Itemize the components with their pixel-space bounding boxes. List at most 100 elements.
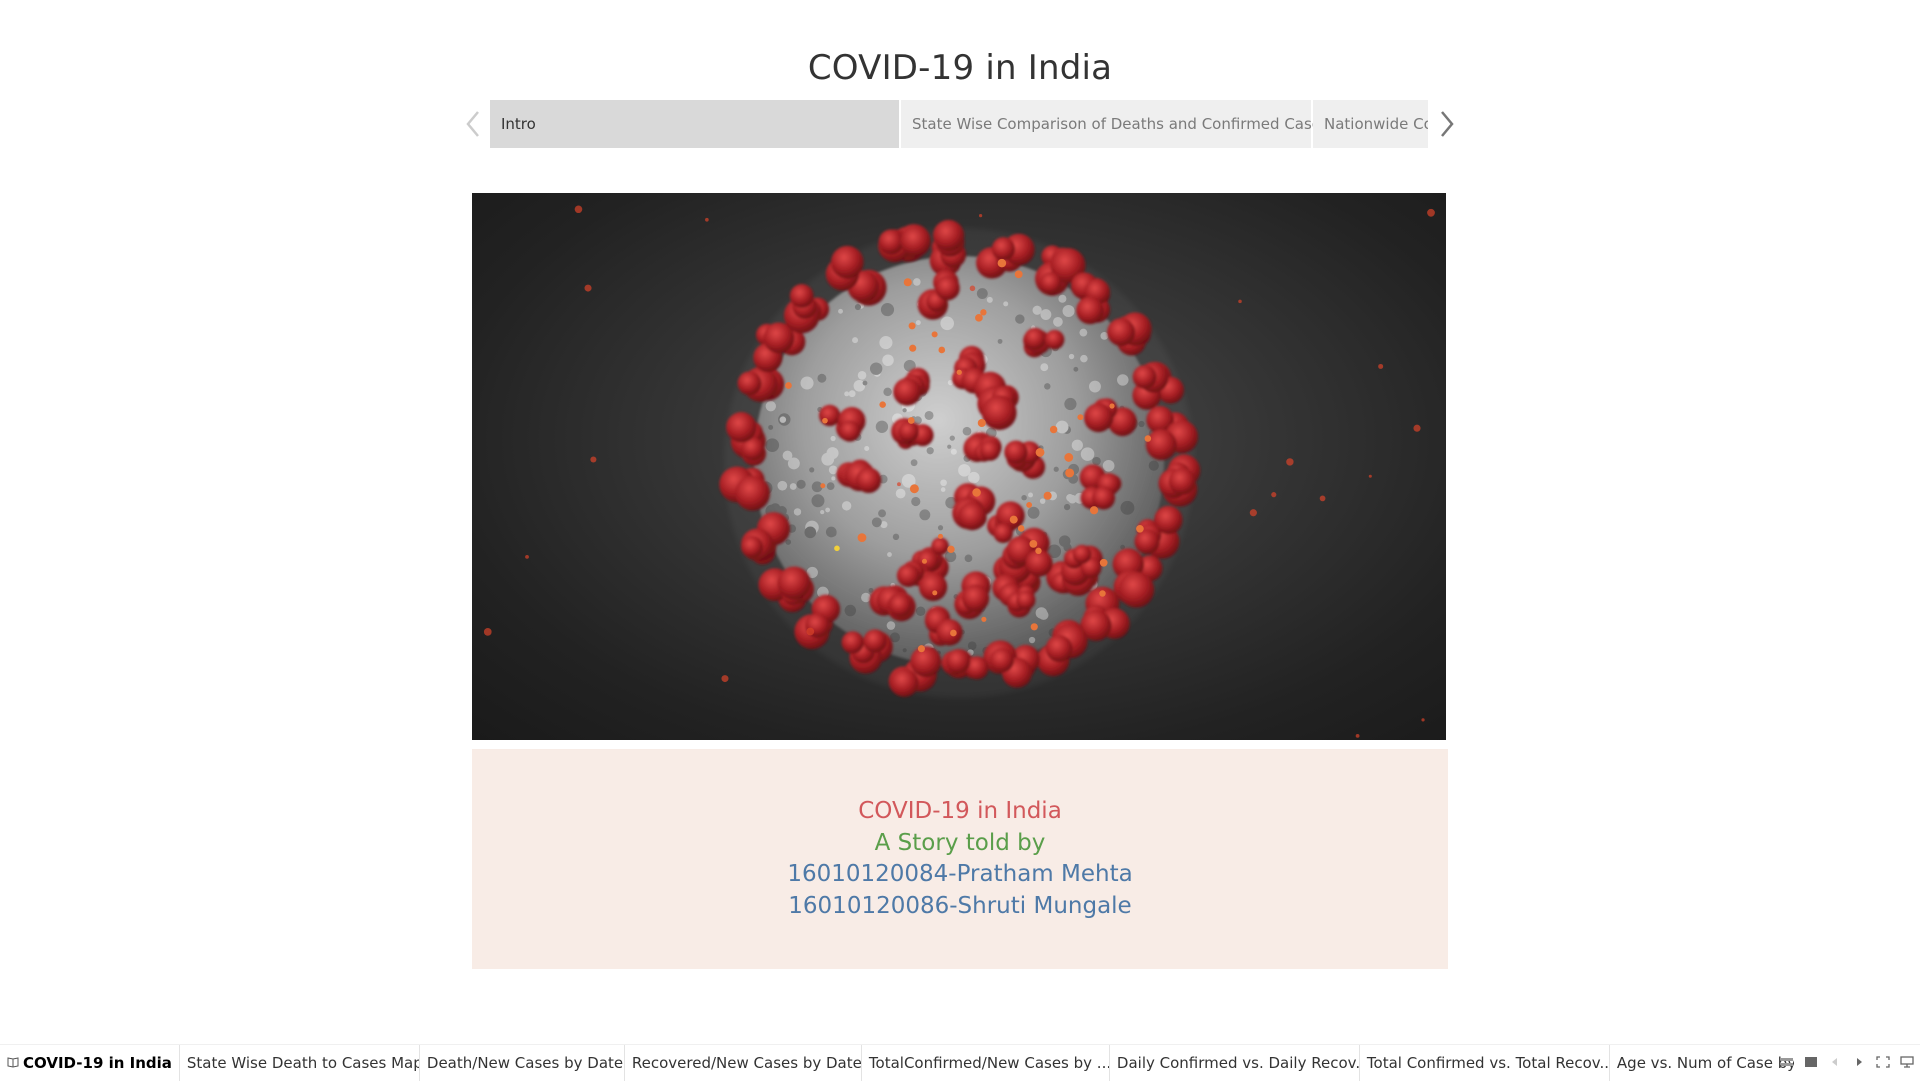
surface-texture (910, 459, 918, 467)
tab-state-wise-death-map[interactable]: State Wise Death to Cases Map (180, 1045, 420, 1081)
tab-label: COVID-19 in India (23, 1054, 172, 1072)
surface-texture (949, 435, 955, 441)
surface-texture (950, 448, 957, 455)
floating-particle (1249, 509, 1257, 517)
surface-texture (828, 465, 838, 475)
tab-total-confirmed-vs-recovered[interactable]: Total Confirmed vs. Total Recov... (1360, 1045, 1610, 1081)
tab-label: TotalConfirmed/New Cases by ... (868, 1054, 1110, 1072)
surface-texture (871, 517, 882, 528)
tab-death-new-cases[interactable]: Death/New Cases by Date (420, 1045, 625, 1081)
protein-dot (972, 488, 981, 497)
surface-texture (926, 447, 934, 455)
spike-protein (719, 466, 771, 511)
protein-dot (980, 309, 987, 316)
surface-texture (1120, 500, 1135, 515)
surface-texture (1040, 309, 1052, 320)
protein-dot (1099, 590, 1106, 597)
story-book-icon (7, 1054, 19, 1072)
protein-dot (1030, 623, 1038, 631)
surface-texture (1080, 447, 1095, 461)
protein-dot (1144, 435, 1152, 442)
surface-texture (958, 464, 971, 477)
protein-dot (1017, 525, 1025, 532)
story-next-arrow[interactable] (1432, 104, 1460, 144)
tab-label: Death/New Cases by Date (426, 1054, 624, 1072)
tab-age-vs-cases[interactable]: Age vs. Num of Case by Ge (1610, 1045, 1794, 1081)
story-point-state-wise-comparison[interactable]: State Wise Comparison of Deaths and Conf… (901, 100, 1329, 148)
surface-texture (1015, 314, 1025, 324)
caption-author-2: 16010120086-Shruti Mungale (788, 892, 1132, 919)
floating-particle (721, 675, 729, 683)
surface-texture (785, 539, 792, 545)
tab-label: Recovered/New Cases by Date (631, 1054, 862, 1072)
surface-texture (1028, 636, 1036, 644)
surface-texture (886, 621, 896, 630)
floating-particle (590, 456, 597, 463)
story-point-intro[interactable]: Intro (490, 100, 899, 148)
protein-dot (950, 629, 957, 637)
story-point-nationwide[interactable]: Nationwide Cor (1313, 100, 1428, 148)
floating-particle (483, 628, 492, 636)
surface-texture (869, 362, 883, 375)
scroll-right-icon[interactable] (1850, 1054, 1868, 1070)
scroll-left-icon[interactable] (1826, 1054, 1844, 1070)
protein-dot (1035, 547, 1042, 555)
surface-texture (937, 525, 944, 531)
story-points-bar: Intro State Wise Comparison of Deaths an… (490, 100, 1428, 148)
protein-dot (997, 258, 1007, 268)
surface-texture (809, 467, 815, 473)
protein-dot (857, 533, 867, 543)
surface-texture (997, 338, 1003, 344)
caption-title: COVID-19 in India (858, 798, 1062, 824)
surface-texture (1120, 544, 1126, 550)
surface-texture (826, 482, 835, 491)
surface-texture (919, 509, 931, 521)
protein-dot (1077, 414, 1084, 421)
protein-dot (1109, 403, 1115, 409)
protein-dot (909, 484, 919, 494)
surface-texture (1089, 380, 1101, 393)
surface-texture (817, 373, 827, 383)
protein-dot (1035, 448, 1045, 457)
floating-particle (525, 554, 529, 559)
surface-texture (804, 526, 817, 539)
tab-recovered-new-cases[interactable]: Recovered/New Cases by Date (625, 1045, 862, 1081)
surface-texture (765, 438, 780, 452)
tab-daily-confirmed-vs-recovered[interactable]: Daily Confirmed vs. Daily Recov... (1110, 1045, 1360, 1081)
presentation-icon[interactable] (1898, 1054, 1916, 1070)
surface-texture (862, 380, 868, 386)
surface-texture (1071, 439, 1083, 451)
surface-texture (878, 509, 887, 518)
tab-total-confirmed-new-cases[interactable]: TotalConfirmed/New Cases by ... (862, 1045, 1110, 1081)
surface-texture (793, 508, 802, 516)
surface-texture (826, 447, 839, 460)
floating-particle (1286, 458, 1294, 466)
surface-texture (883, 387, 892, 397)
protein-dot (907, 417, 915, 424)
fullscreen-icon[interactable] (1874, 1054, 1892, 1070)
chevron-left-icon (466, 111, 479, 137)
protein-dot (977, 418, 986, 428)
surface-texture (1117, 374, 1129, 386)
intro-caption: COVID-19 in India A Story told by 160101… (472, 749, 1448, 969)
surface-texture (1055, 420, 1069, 434)
surface-texture (895, 488, 906, 499)
surface-texture (964, 554, 973, 563)
surface-texture (852, 337, 859, 344)
sheet-tab-bar: COVID-19 in India State Wise Death to Ca… (0, 1044, 1920, 1081)
floating-particle (705, 217, 709, 222)
filmstrip-icon[interactable] (1802, 1054, 1820, 1070)
surface-texture (1053, 316, 1063, 327)
protein-dot (1029, 540, 1038, 548)
surface-texture (875, 420, 889, 433)
tab-covid-19-in-india[interactable]: COVID-19 in India (0, 1045, 180, 1081)
floating-particle (1413, 424, 1421, 432)
story-prev-arrow[interactable] (460, 104, 488, 144)
chevron-right-icon (1441, 111, 1454, 137)
surface-texture (796, 479, 806, 489)
protein-dot (1089, 506, 1099, 515)
protein-dot (921, 558, 927, 564)
sheet-list-icon[interactable] (1778, 1054, 1796, 1070)
surface-texture (1092, 456, 1101, 466)
floating-particle (1378, 363, 1384, 369)
